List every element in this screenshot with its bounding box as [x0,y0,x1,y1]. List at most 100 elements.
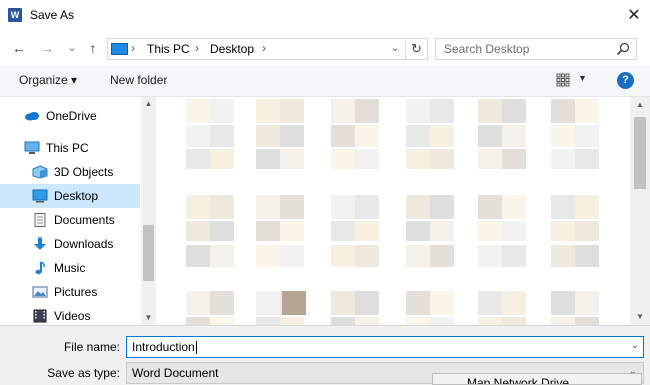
file-thumbnail[interactable] [331,99,355,123]
address-bar[interactable]: › This PC › Desktop › ⌄ ↻ [107,38,428,60]
file-thumbnail[interactable] [210,125,234,147]
sidebar-item-pictures[interactable]: Pictures [0,280,140,304]
file-thumbnail[interactable] [256,99,280,123]
file-thumbnail[interactable] [256,125,280,147]
file-list-scrollbar[interactable]: ▲ ▼ [630,97,650,325]
map-network-drive-menu-item[interactable]: Map Network Drive... [467,376,579,384]
file-thumbnail[interactable] [430,221,454,241]
file-thumbnail[interactable] [406,221,430,241]
file-thumbnail[interactable] [575,195,599,219]
file-name-dropdown-icon[interactable]: ⌄ [631,340,639,351]
file-thumbnail[interactable] [575,221,599,241]
file-thumbnail[interactable] [210,195,234,219]
file-thumbnail[interactable] [256,149,280,169]
file-thumbnail[interactable] [551,125,575,147]
file-thumbnail[interactable] [430,149,454,169]
file-thumbnail[interactable] [430,125,454,147]
file-thumbnail[interactable] [478,125,502,147]
help-button[interactable]: ? [617,72,634,89]
file-thumbnail[interactable] [575,245,599,267]
file-thumbnail[interactable] [478,291,502,315]
file-thumbnail[interactable] [551,317,575,325]
view-dropdown-button[interactable]: ▼ [578,73,587,83]
file-thumbnail[interactable] [331,245,355,267]
file-thumbnail[interactable] [355,317,379,325]
file-thumbnail[interactable] [430,291,454,315]
sidebar-item-onedrive[interactable]: OneDrive [0,104,140,128]
file-thumbnail[interactable] [575,317,599,325]
sidebar-item-this-pc[interactable]: This PC [0,136,140,160]
file-thumbnail[interactable] [280,245,304,267]
file-thumbnail[interactable] [331,221,355,241]
file-thumbnail[interactable] [280,99,304,123]
file-thumbnail[interactable] [478,99,502,123]
file-thumbnail[interactable] [406,245,430,267]
file-thumbnail[interactable] [210,317,234,325]
file-thumbnail[interactable] [406,291,430,315]
file-thumbnail[interactable] [430,317,454,325]
file-thumbnail[interactable] [406,317,430,325]
file-thumbnail[interactable] [575,99,599,123]
scroll-up-arrow[interactable]: ▲ [630,97,650,113]
file-thumbnail[interactable] [256,291,280,315]
file-thumbnail[interactable] [355,245,379,267]
recent-locations-button[interactable]: ⌄ [63,38,81,58]
file-thumbnail[interactable] [551,149,575,169]
search-input[interactable]: Search Desktop [435,38,637,60]
file-thumbnail[interactable] [430,245,454,267]
file-thumbnail[interactable] [478,195,502,219]
sidebar-item-downloads[interactable]: Downloads [0,232,140,256]
file-thumbnail[interactable] [186,99,210,123]
file-thumbnail[interactable] [210,291,234,315]
file-thumbnail[interactable] [186,245,210,267]
sidebar-item-music[interactable]: Music [0,256,140,280]
view-options-icon[interactable] [556,73,570,87]
file-thumbnail[interactable] [355,149,379,169]
file-thumbnail[interactable] [210,149,234,169]
file-thumbnail[interactable] [280,317,304,325]
file-thumbnail[interactable] [406,149,430,169]
file-thumbnail[interactable] [355,99,379,123]
file-thumbnail[interactable] [478,245,502,267]
file-thumbnail[interactable] [406,99,430,123]
forward-button[interactable]: → [38,38,56,58]
file-thumbnail[interactable] [551,195,575,219]
sidebar-item-desktop[interactable]: Desktop [0,184,140,208]
file-thumbnail[interactable] [280,195,304,219]
file-thumbnail[interactable] [256,195,280,219]
file-thumbnail[interactable] [355,195,379,219]
file-thumbnail[interactable] [430,195,454,219]
sidebar-item-3d-objects[interactable]: 3D Objects [0,160,140,184]
file-thumbnail[interactable] [331,125,355,147]
scroll-down-arrow[interactable]: ▼ [630,309,650,325]
file-thumbnail[interactable] [551,99,575,123]
file-thumbnail[interactable] [186,195,210,219]
file-thumbnail[interactable] [355,291,379,315]
back-button[interactable]: ← [10,38,28,58]
file-thumbnail[interactable] [331,291,355,315]
file-thumbnail[interactable] [186,317,210,325]
file-thumbnail[interactable] [575,149,599,169]
file-thumbnail[interactable] [256,317,280,325]
file-thumbnail[interactable] [256,221,280,241]
file-thumbnail[interactable] [478,221,502,241]
close-button[interactable]: ✕ [618,0,650,31]
file-thumbnail[interactable] [502,195,526,219]
file-thumbnail[interactable] [575,125,599,147]
breadcrumb-this-pc[interactable]: This PC [147,42,190,56]
file-thumbnail[interactable] [186,125,210,147]
file-thumbnail[interactable] [502,245,526,267]
scrollbar-thumb[interactable] [634,117,646,189]
file-thumbnail[interactable] [502,291,526,315]
file-thumbnail[interactable] [502,317,526,325]
file-thumbnail[interactable] [406,125,430,147]
organize-button[interactable]: Organize ▾ [19,73,77,87]
file-thumbnail[interactable] [210,245,234,267]
up-button[interactable]: ↑ [84,38,102,58]
file-thumbnail[interactable] [280,149,304,169]
file-thumbnail[interactable] [478,317,502,325]
address-dropdown-icon[interactable]: ⌄ [387,41,403,57]
file-thumbnail[interactable] [478,149,502,169]
file-thumbnail[interactable] [282,291,306,315]
file-thumbnail[interactable] [502,221,526,241]
